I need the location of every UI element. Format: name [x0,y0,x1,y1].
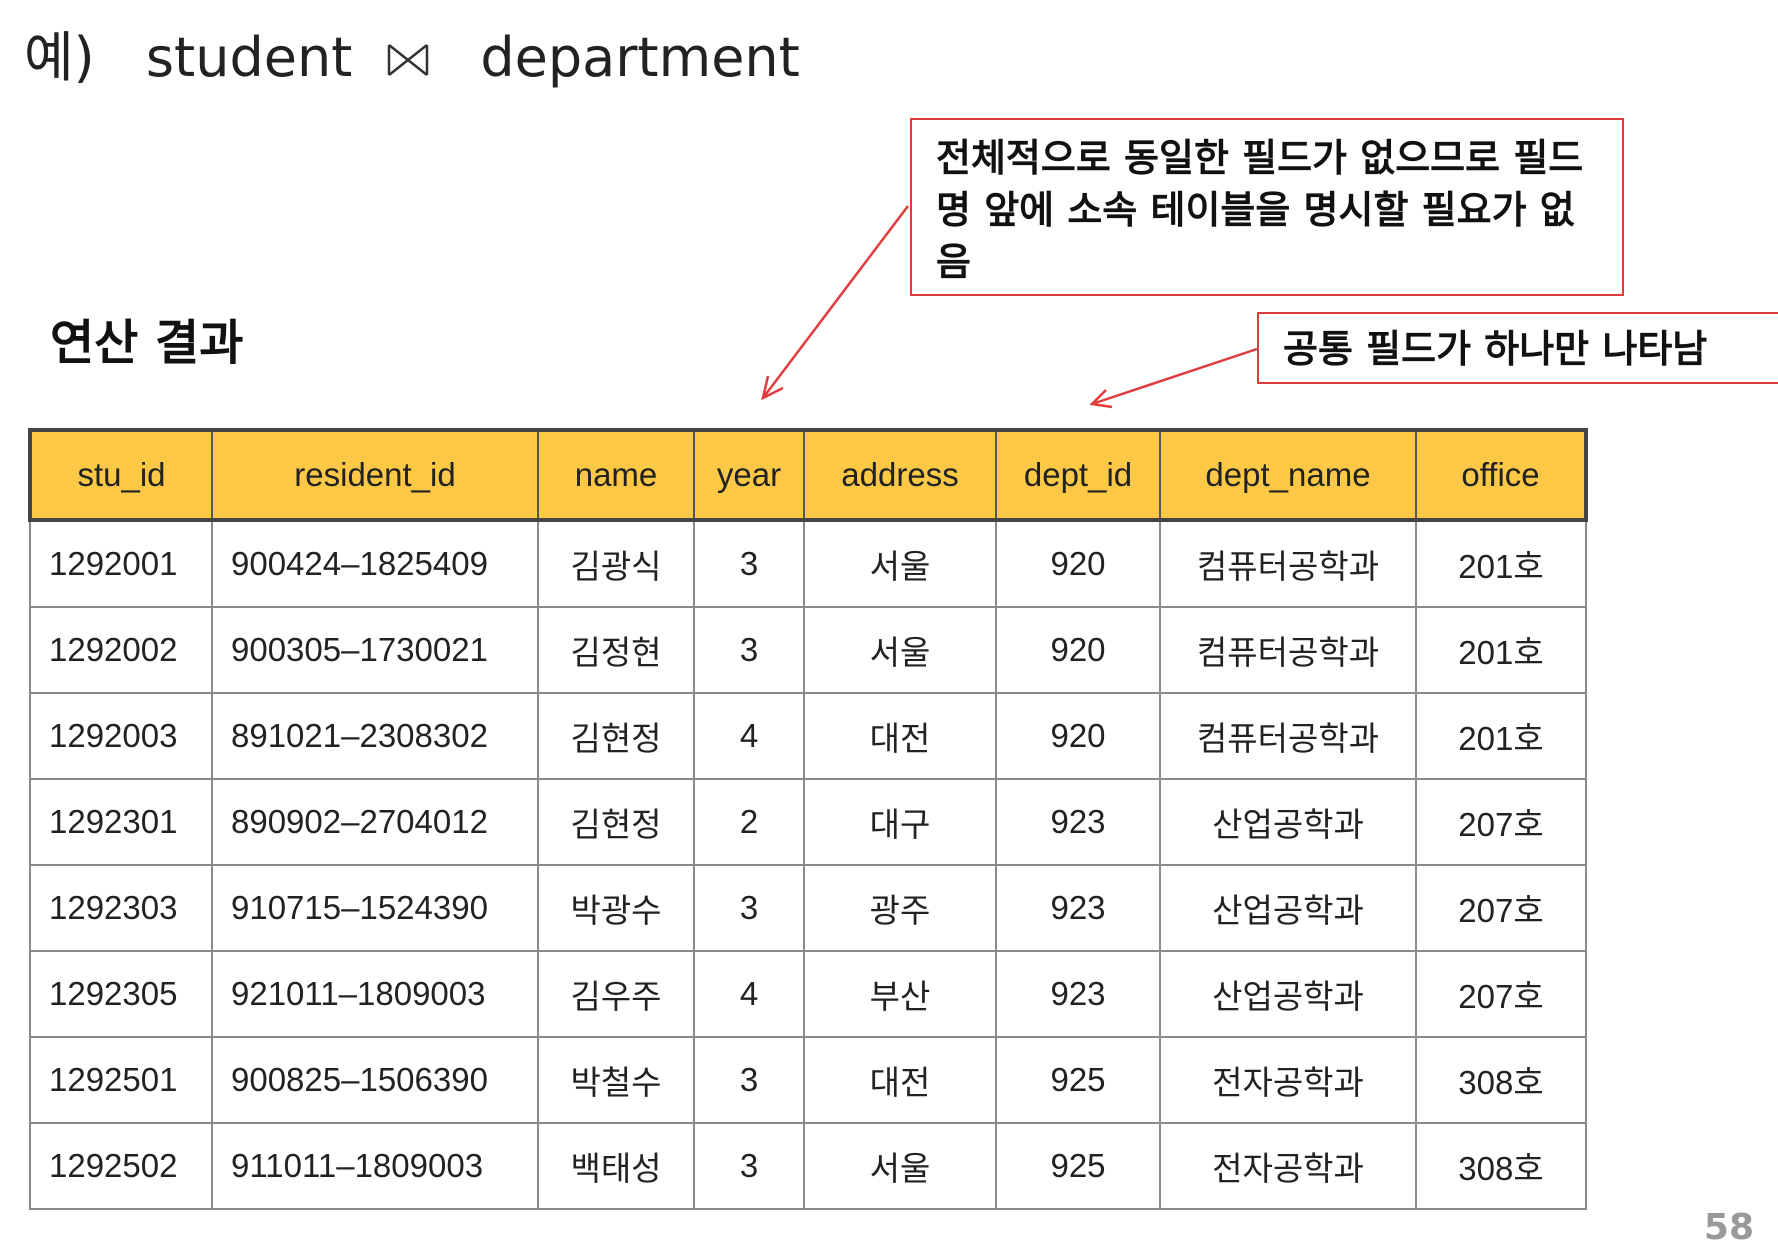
table-cell: 1292002 [29,606,213,694]
table-cell: 308호 [1415,1122,1587,1210]
section-label: 연산 결과 [50,315,244,371]
table-cell: 900305–1730021 [211,606,539,694]
table-row: 1292003 891021–2308302 김현정 4 대전 920 컴퓨터공… [29,692,1587,780]
table-cell: 1292501 [29,1036,213,1124]
natural-join-icon [388,44,429,76]
table-cell: 컴퓨터공학과 [1159,519,1417,608]
page-number: 58 [1703,1207,1754,1248]
table-cell: 김현정 [537,692,695,780]
table-cell: 3 [693,864,805,952]
table-row: 1292301 890902–2704012 김현정 2 대구 923 산업공학… [29,778,1587,866]
table-cell: 백태성 [537,1122,695,1210]
table-row: 1292002 900305–1730021 김정현 3 서울 920 컴퓨터공… [29,606,1587,694]
table-cell: 1292301 [29,778,213,866]
callout-fields-note-text: 전체적으로 동일한 필드가 없으므로 필드명 앞에 소속 테이블을 명시할 필요… [936,136,1584,284]
table-cell: 900424–1825409 [211,519,539,608]
table-row: 1292501 900825–1506390 박철수 3 대전 925 전자공학… [29,1036,1587,1124]
column-header: stu_id [28,428,213,522]
table-cell: 김광식 [537,519,695,608]
table-cell: 산업공학과 [1159,864,1417,952]
title-prefix: 예) [24,26,95,89]
table-cell: 김현정 [537,778,695,866]
slide-title: 예) student department [24,18,800,98]
table-cell: 김우주 [537,950,695,1038]
table-cell: 부산 [803,950,997,1038]
table-cell: 201호 [1415,519,1587,608]
table-cell: 1292003 [29,692,213,780]
table-row: 1292001 900424–1825409 김광식 3 서울 920 컴퓨터공… [29,519,1587,608]
column-header: resident_id [211,428,539,522]
table-cell: 1292305 [29,950,213,1038]
table-cell: 컴퓨터공학과 [1159,692,1417,780]
column-header: name [537,428,695,522]
table-cell: 4 [693,692,805,780]
table-cell: 308호 [1415,1036,1587,1124]
table-cell: 925 [995,1036,1161,1124]
table-cell: 201호 [1415,606,1587,694]
table-cell: 박광수 [537,864,695,952]
table-cell: 4 [693,950,805,1038]
table-cell: 3 [693,519,805,608]
table-cell: 923 [995,778,1161,866]
callout-common-field-note: 공통 필드가 하나만 나타남 [1257,312,1778,384]
table-cell: 김정현 [537,606,695,694]
right-relation: department [480,26,800,89]
table-cell: 890902–2704012 [211,778,539,866]
table-cell: 대전 [803,1036,997,1124]
table-cell: 920 [995,606,1161,694]
table-row: 1292305 921011–1809003 김우주 4 부산 923 산업공학… [29,950,1587,1038]
table-cell: 3 [693,1036,805,1124]
table-cell: 1292303 [29,864,213,952]
table-cell: 207호 [1415,778,1587,866]
table-cell: 921011–1809003 [211,950,539,1038]
table-cell: 1292502 [29,1122,213,1210]
table-cell: 서울 [803,606,997,694]
table-row: 1292303 910715–1524390 박광수 3 광주 923 산업공학… [29,864,1587,952]
column-header: dept_id [995,428,1161,522]
table-header-row: stu_id resident_id name year address dep… [28,428,1588,522]
table-cell: 3 [693,606,805,694]
table-cell: 207호 [1415,950,1587,1038]
table-cell: 1292001 [29,519,213,608]
column-header: year [693,428,805,522]
table-cell: 대구 [803,778,997,866]
table-cell: 911011–1809003 [211,1122,539,1210]
table-cell: 923 [995,950,1161,1038]
table-row: 1292502 911011–1809003 백태성 3 서울 925 전자공학… [29,1122,1587,1210]
arrow-to-year-column [761,205,909,401]
join-result-table: stu_id resident_id name year address dep… [28,428,1588,1210]
callout-common-field-note-text: 공통 필드가 하나만 나타남 [1283,327,1708,371]
table-cell: 207호 [1415,864,1587,952]
table-cell: 3 [693,1122,805,1210]
table-cell: 925 [995,1122,1161,1210]
table-cell: 광주 [803,864,997,952]
left-relation: student [145,26,353,89]
table-cell: 대전 [803,692,997,780]
table-cell: 923 [995,864,1161,952]
table-cell: 920 [995,519,1161,608]
table-cell: 201호 [1415,692,1587,780]
table-cell: 서울 [803,1122,997,1210]
table-cell: 서울 [803,519,997,608]
column-header: dept_name [1159,428,1417,522]
table-cell: 전자공학과 [1159,1122,1417,1210]
arrow-to-dept-id-column [1089,347,1258,409]
table-cell: 891021–2308302 [211,692,539,780]
table-cell: 2 [693,778,805,866]
table-cell: 산업공학과 [1159,950,1417,1038]
table-cell: 전자공학과 [1159,1036,1417,1124]
table-cell: 900825–1506390 [211,1036,539,1124]
table-cell: 산업공학과 [1159,778,1417,866]
table-cell: 박철수 [537,1036,695,1124]
callout-fields-note: 전체적으로 동일한 필드가 없으므로 필드명 앞에 소속 테이블을 명시할 필요… [910,118,1624,296]
column-header: address [803,428,997,522]
table-cell: 920 [995,692,1161,780]
table-cell: 컴퓨터공학과 [1159,606,1417,694]
table-cell: 910715–1524390 [211,864,539,952]
column-header: office [1415,428,1588,522]
